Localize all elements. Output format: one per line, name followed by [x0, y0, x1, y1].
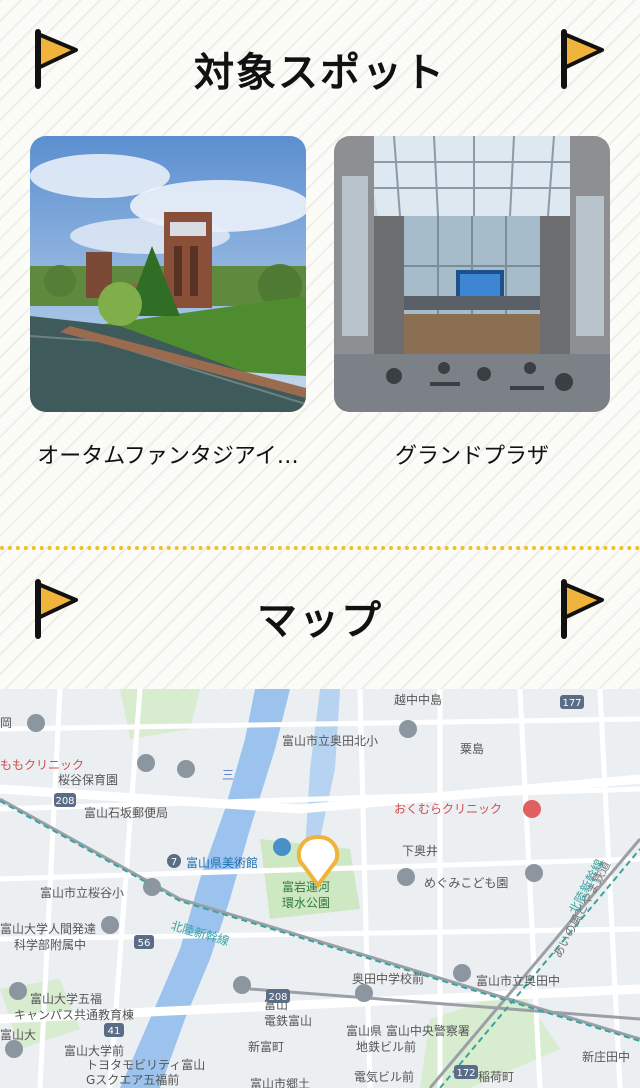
spot-card[interactable]: グランドプラザ: [334, 136, 610, 470]
map-label: おくむらクリニック: [394, 802, 502, 816]
route-shield: 172: [456, 1068, 475, 1079]
map-label: 富山大学五福: [30, 991, 102, 1006]
map-label: 奥田中学校前: [352, 971, 424, 986]
spot-photo[interactable]: [334, 136, 610, 412]
route-shield: 208: [268, 992, 287, 1003]
map-label: 下奥井: [402, 844, 438, 858]
map-label: 富山大学人間発達: [0, 921, 96, 936]
map-label: ももクリニック: [0, 758, 84, 772]
route-shield: 208: [55, 796, 74, 807]
flag-icon: [561, 29, 604, 89]
spots-section-title: 対象スポット: [194, 50, 446, 96]
map-label: 粟島: [460, 741, 484, 756]
map-label: 科学部附属中: [14, 937, 86, 952]
map-label: 電鉄富山: [264, 1013, 312, 1028]
map-label: 新富町: [248, 1039, 284, 1054]
spot-card[interactable]: オータムファンタジアイ…: [30, 136, 306, 470]
spots-section-header: 対象スポット: [0, 24, 640, 104]
map-label: 富山県 富山中央警察署: [346, 1023, 470, 1038]
spot-photo[interactable]: [30, 136, 306, 412]
map-label: 新庄田中: [582, 1049, 630, 1064]
map-label: 富山県美術館: [186, 855, 258, 870]
map-label: 富山市立奥田北小: [282, 733, 378, 748]
section-divider: [0, 546, 640, 550]
map-label: 電気ビル前: [354, 1069, 414, 1084]
map-section-header: マップ: [0, 572, 640, 652]
map-label: Gスクエア五福前: [86, 1072, 179, 1087]
spot-name[interactable]: オータムファンタジアイ…: [30, 438, 306, 470]
map-section-title: マップ: [257, 598, 383, 644]
route-shield: 7: [171, 857, 177, 868]
map-label: 岡: [0, 716, 12, 730]
map-label: 地鉄ビル前: [356, 1039, 416, 1054]
map-label: 富山石坂郵便局: [84, 805, 168, 820]
map-label: 富山大: [0, 1027, 36, 1042]
map-label: 桜谷保育園: [58, 772, 118, 787]
route-shield: 41: [108, 1026, 121, 1037]
map-label: 富山市郷土: [250, 1076, 310, 1088]
map-label: 三: [222, 768, 234, 782]
map-label: 越中中島: [394, 692, 442, 707]
map-label: 環水公園: [282, 896, 330, 910]
map-label: 富山大学前: [64, 1043, 124, 1058]
map-label: トヨタモビリティ富山: [86, 1057, 205, 1072]
spot-name[interactable]: グランドプラザ: [334, 438, 610, 470]
map[interactable]: 越中中島 富山市立奥田北小 粟島 ももクリニック 桜谷保育園 おくむらクリニック…: [0, 689, 640, 1088]
flag-icon: [561, 579, 604, 639]
route-shield: 177: [562, 698, 581, 709]
route-shield: 56: [138, 938, 151, 949]
map-label: 稲荷町: [478, 1070, 514, 1084]
map-label: めぐみこども園: [424, 876, 508, 890]
map-label: キャンパス共通教育棟: [14, 1007, 134, 1022]
map-label: 富山市立奥田中: [476, 973, 560, 988]
map-label: 富山市立桜谷小: [40, 885, 124, 900]
